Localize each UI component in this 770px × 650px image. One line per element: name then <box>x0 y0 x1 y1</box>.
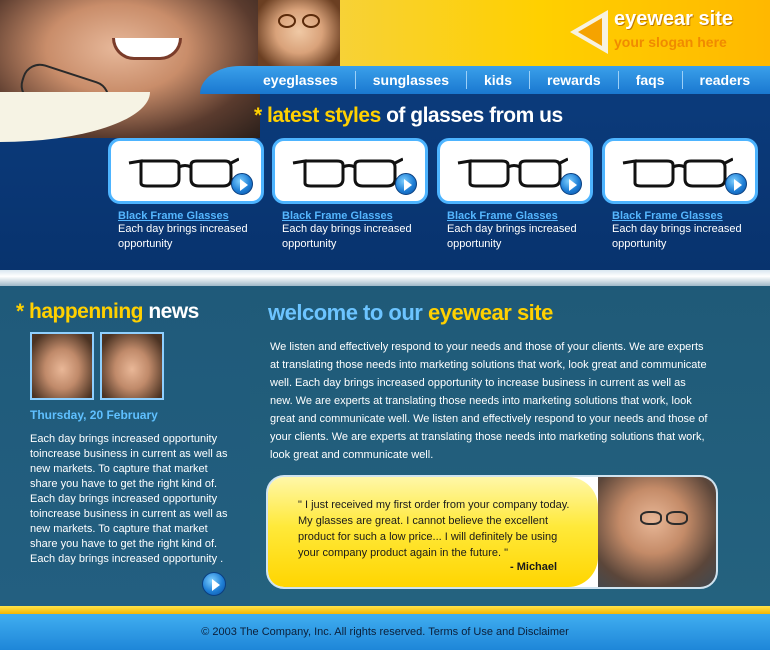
quote-bubble: " I just received my first order from yo… <box>268 477 598 587</box>
lens-left-icon <box>278 14 296 28</box>
product-description: Each day brings increased opportunity <box>447 223 577 250</box>
section-divider <box>0 270 770 286</box>
product-image-box[interactable] <box>108 138 264 204</box>
nav-rewards[interactable]: rewards <box>530 71 619 89</box>
product-go-button[interactable] <box>725 173 747 195</box>
customer-photo <box>598 477 716 587</box>
main-nav: eyeglasses sunglasses kids rewards faqs … <box>200 66 770 94</box>
smile-shape <box>112 38 182 60</box>
glasses-icon <box>457 157 568 188</box>
news-heading-prefix: * happenning <box>16 300 144 323</box>
news-thumbnail[interactable] <box>100 332 164 400</box>
glasses-icon <box>128 157 239 188</box>
product-card: Black Frame Glasses Each day brings incr… <box>602 138 758 252</box>
lens-left-icon <box>640 511 662 525</box>
product-card: Black Frame Glasses Each day brings incr… <box>272 138 428 252</box>
news-body: Each day brings increased opportunity to… <box>30 433 228 565</box>
product-link[interactable]: Black Frame Glasses <box>118 210 264 222</box>
welcome-panel: welcome to our eyewear site We listen an… <box>250 286 770 606</box>
nav-sunglasses[interactable]: sunglasses <box>356 71 467 89</box>
nav-faqs[interactable]: faqs <box>619 71 683 89</box>
news-heading: * happenning news <box>16 300 199 324</box>
lens-right-icon <box>666 511 688 525</box>
glasses-icon <box>292 157 403 188</box>
product-description: Each day brings increased opportunity <box>282 223 412 250</box>
news-more-button[interactable] <box>202 572 226 596</box>
header: eyewear site your slogan here eyeglasses… <box>0 0 770 270</box>
testimonial-author: - Michael <box>510 561 558 573</box>
logo-slogan: your slogan here <box>614 34 727 50</box>
testimonial-box: " I just received my first order from yo… <box>266 475 718 589</box>
testimonial-quote: " I just received my first order from yo… <box>298 499 570 559</box>
product-link[interactable]: Black Frame Glasses <box>282 210 428 222</box>
footer-accent-bar <box>0 606 770 614</box>
nav-kids[interactable]: kids <box>467 71 531 89</box>
site-logo[interactable]: eyewear site your slogan here <box>570 6 770 58</box>
footer: © 2003 The Company, Inc. All rights rese… <box>0 614 770 650</box>
product-description: Each day brings increased opportunity <box>612 223 742 250</box>
product-card: Black Frame Glasses Each day brings incr… <box>108 138 264 252</box>
welcome-body: We listen and effectively respond to you… <box>270 341 708 461</box>
glasses-icon <box>622 157 733 188</box>
woman-with-glasses-photo <box>258 0 340 70</box>
latest-styles-prefix: * latest styles <box>254 104 381 127</box>
product-description: Each day brings increased opportunity <box>118 223 248 250</box>
product-image-box[interactable] <box>437 138 593 204</box>
welcome-heading-prefix: welcome to our <box>268 300 428 325</box>
footer-copyright: © 2003 The Company, Inc. All rights rese… <box>201 626 569 638</box>
nav-readers[interactable]: readers <box>683 71 768 89</box>
news-heading-suffix: news <box>143 300 199 323</box>
product-go-button[interactable] <box>560 173 582 195</box>
product-image-box[interactable] <box>602 138 758 204</box>
product-image-box[interactable] <box>272 138 428 204</box>
product-link[interactable]: Black Frame Glasses <box>612 210 758 222</box>
welcome-heading: welcome to our eyewear site <box>268 300 553 326</box>
lens-right-icon <box>302 14 320 28</box>
news-thumbnail[interactable] <box>30 332 94 400</box>
news-date: Thursday, 20 February <box>30 408 158 422</box>
logo-triangle-inner-icon <box>578 18 602 46</box>
product-go-button[interactable] <box>231 173 253 195</box>
nav-eyeglasses[interactable]: eyeglasses <box>246 71 356 89</box>
product-go-button[interactable] <box>395 173 417 195</box>
product-link[interactable]: Black Frame Glasses <box>447 210 593 222</box>
welcome-heading-suffix: eyewear site <box>427 300 553 325</box>
latest-styles-heading: * latest styles of glasses from us <box>254 104 563 128</box>
latest-styles-suffix: of glasses from us <box>380 104 563 127</box>
logo-title: eyewear site <box>614 8 733 30</box>
product-row: Black Frame Glasses Each day brings incr… <box>108 138 768 258</box>
news-panel: * happenning news Thursday, 20 February … <box>0 286 250 606</box>
product-card: Black Frame Glasses Each day brings incr… <box>437 138 593 252</box>
